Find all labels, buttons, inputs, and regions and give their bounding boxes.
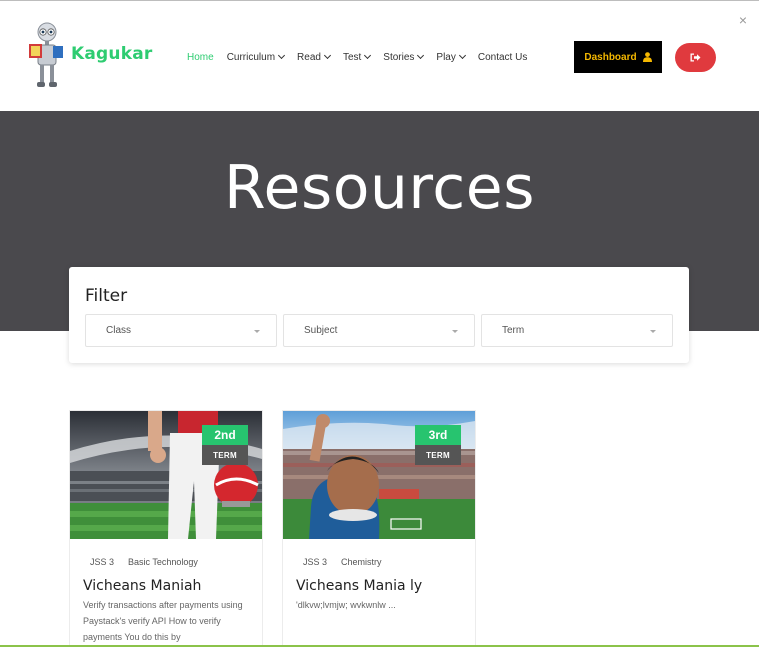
card-meta: JSS 3 Chemistry (303, 557, 396, 567)
nav-item-test[interactable]: Test (342, 51, 372, 63)
term-number-badge: 2nd (202, 425, 248, 445)
user-icon (642, 52, 652, 62)
nav-label: Read (297, 51, 321, 63)
term-label-badge: TERM (202, 445, 248, 465)
filter-panel: Filter Class Subject Term (69, 267, 689, 363)
robot-mascot-icon (29, 22, 63, 87)
subject-select-placeholder: Subject (304, 325, 338, 336)
resource-card[interactable]: 2nd TERM JSS 3 Basic Technology Vicheans… (69, 410, 263, 647)
chevron-down-icon (364, 51, 372, 60)
nav-label: Stories (383, 51, 415, 63)
subject-select[interactable]: Subject (283, 314, 475, 347)
nav-label: Play (436, 51, 456, 63)
class-tag: JSS 3 (303, 557, 328, 567)
term-label-badge: TERM (415, 445, 461, 465)
card-meta: JSS 3 Basic Technology (90, 557, 212, 567)
card-image[interactable]: 2nd TERM (70, 411, 262, 539)
nav-item-contact-us[interactable]: Contact Us (478, 52, 527, 63)
caret-down-icon (452, 330, 458, 333)
logo-text: Kagukar (71, 44, 153, 64)
caret-down-icon (650, 330, 656, 333)
card-title[interactable]: Vicheans Mania ly (296, 578, 422, 594)
chevron-down-icon (417, 51, 425, 60)
card-description: Verify transactions after payments using… (83, 600, 243, 642)
page-title: Resources (224, 153, 535, 223)
logo[interactable]: Kagukar (27, 21, 157, 93)
card-image[interactable]: 3rd TERM (283, 411, 475, 539)
close-icon[interactable]: × (739, 13, 747, 27)
term-select-placeholder: Term (502, 325, 525, 336)
main-nav: Home Curriculum Read Test Stories Play C… (187, 50, 540, 64)
class-select[interactable]: Class (85, 314, 277, 347)
dashboard-button[interactable]: Dashboard (574, 41, 662, 73)
page: × Kagukar Home Curriculum Read Test Stor… (0, 0, 759, 647)
card-title[interactable]: Vicheans Maniah (83, 578, 201, 594)
caret-down-icon (254, 330, 260, 333)
filter-title: Filter (85, 286, 128, 306)
nav-item-curriculum[interactable]: Curriculum (226, 51, 286, 63)
subject-tag: Basic Technology (128, 557, 198, 567)
sign-out-icon (690, 53, 701, 62)
nav-label: Contact Us (477, 51, 528, 63)
nav-item-read[interactable]: Read (297, 51, 331, 63)
term-number-badge: 3rd (415, 425, 461, 445)
chevron-down-icon (458, 51, 466, 60)
site-header: × Kagukar Home Curriculum Read Test Stor… (0, 1, 759, 111)
nav-label: Test (342, 51, 362, 63)
nav-item-home[interactable]: Home (187, 52, 214, 63)
logout-button[interactable] (675, 43, 716, 72)
nav-label: Home (187, 51, 214, 63)
dashboard-label: Dashboard (584, 51, 637, 63)
term-select[interactable]: Term (481, 314, 673, 347)
class-tag: JSS 3 (90, 557, 115, 567)
resource-card[interactable]: 3rd TERM JSS 3 Chemistry Vicheans Mania … (282, 410, 476, 647)
subject-tag: Chemistry (341, 557, 382, 567)
nav-label: Curriculum (226, 51, 276, 63)
chevron-down-icon (277, 51, 286, 60)
nav-item-play[interactable]: Play (436, 51, 466, 63)
nav-item-stories[interactable]: Stories (383, 51, 425, 63)
class-select-placeholder: Class (106, 325, 132, 336)
card-description: 'dlkvw;lvmjw; wvkwnlw ... (296, 600, 396, 610)
chevron-down-icon (323, 51, 331, 60)
